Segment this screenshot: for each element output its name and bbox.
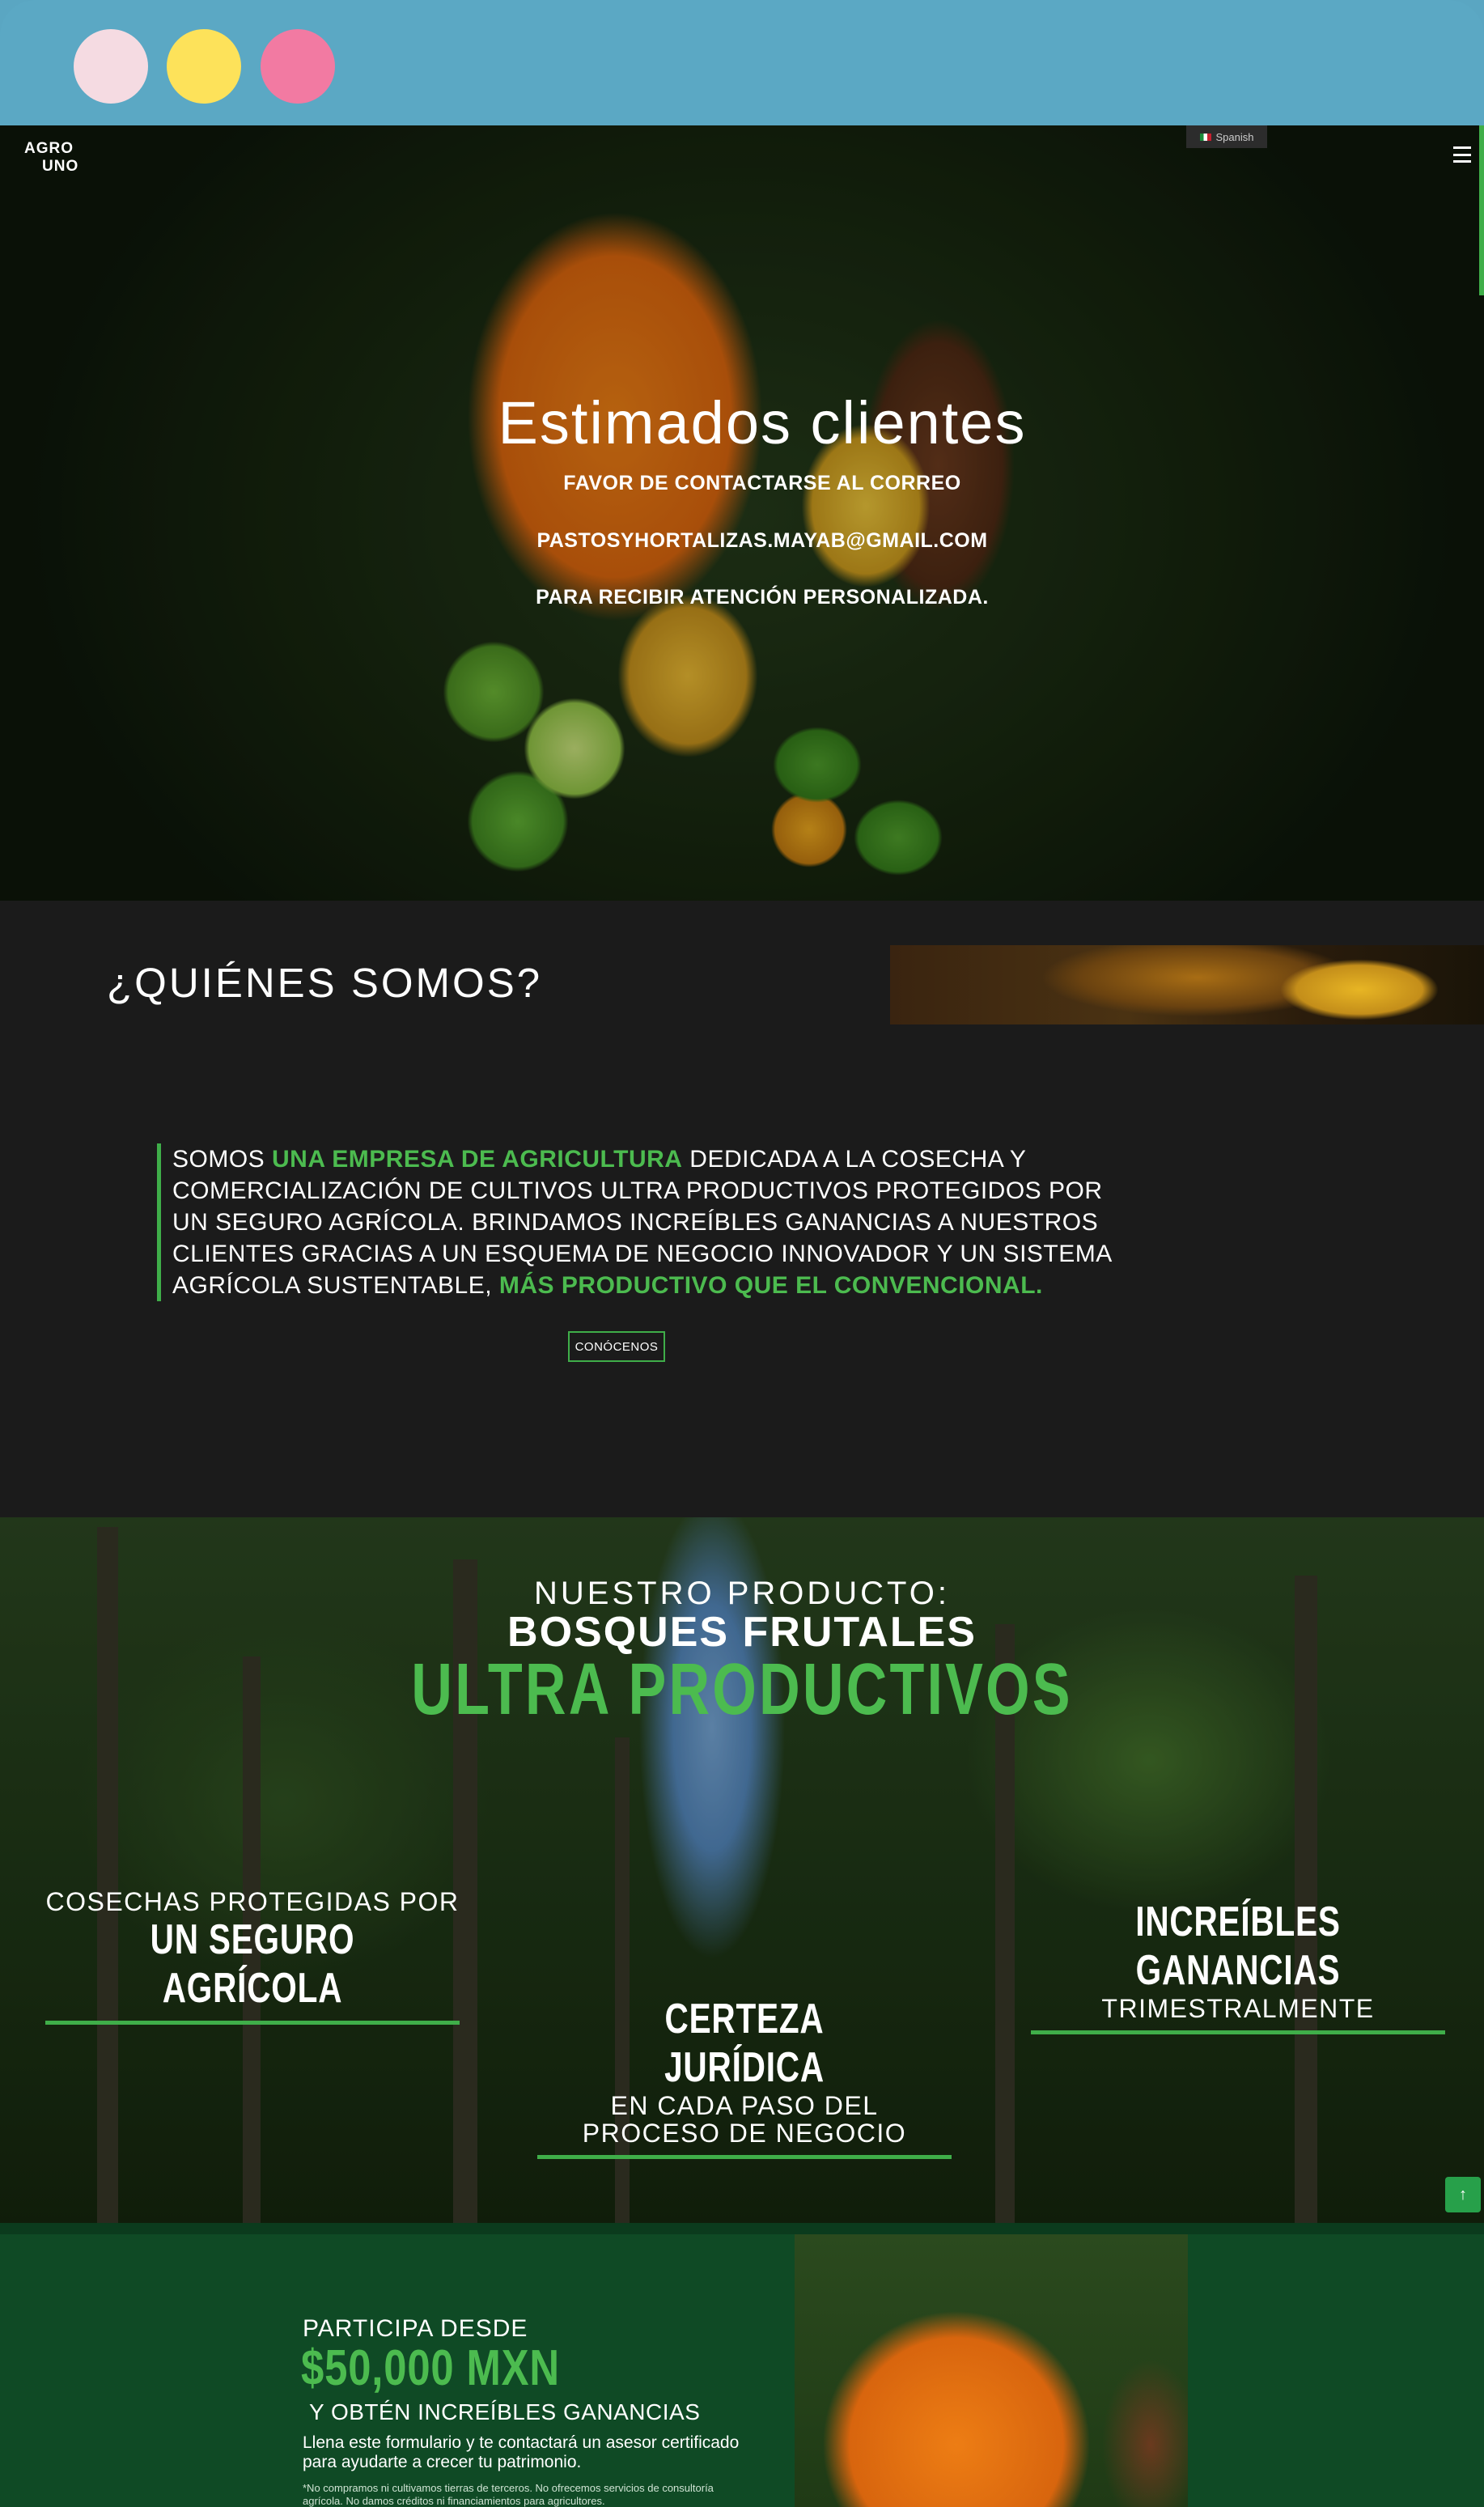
participa-line2: Y OBTÉN INCREÍBLES GANANCIAS [309, 2399, 701, 2424]
webpage: AGRO UNO Spanish Estimados clientes FAVO… [0, 125, 1484, 2507]
browser-window: AGRO UNO Spanish Estimados clientes FAVO… [0, 0, 1484, 2507]
feature-seguro: COSECHAS PROTEGIDAS POR UN SEGURO AGRÍCO… [45, 1888, 460, 2025]
about-title: ¿QUIÉNES SOMOS? [107, 960, 543, 1006]
papaya-image [795, 2234, 1188, 2507]
feature-ganancias-light: TRIMESTRALMENTE [1101, 1994, 1375, 2023]
participa-section: PARTICIPA DESDE $50,000 MXN Y OBTÉN INCR… [0, 2223, 1484, 2507]
agrouno-logo[interactable]: AGRO UNO [24, 140, 97, 189]
scroll-to-top-button[interactable]: ↑ [1445, 2177, 1481, 2212]
feature-underline [1031, 2030, 1445, 2034]
feature-certeza: CERTEZA JURÍDICA EN CADA PASO DEL PROCES… [537, 1995, 952, 2159]
mexico-flag-icon [1199, 133, 1211, 141]
about-fruit-image [890, 945, 1484, 1024]
about-highlight-2: MÁS PRODUCTIVO QUE EL CONVENCIONAL. [498, 1272, 1043, 1299]
browser-title-bar [0, 0, 1484, 125]
feature-certeza-light: EN CADA PASO DEL PROCESO DE NEGOCIO [582, 2091, 907, 2148]
hero-title: Estimados clientes [498, 389, 1027, 456]
hamburger-icon[interactable] [1453, 146, 1471, 163]
logo-line2: UNO [42, 158, 79, 175]
feature-ganancias-bold: INCREÍBLES GANANCIAS [1135, 1898, 1341, 1994]
participa-amount: $50,000 MXN [301, 2340, 560, 2396]
about-section: ¿QUIÉNES SOMOS? SOMOS UNA EMPRESA DE AGR… [0, 901, 1484, 1517]
about-description: SOMOS UNA EMPRESA DE AGRICULTURA DEDICAD… [157, 1143, 1143, 1301]
hero-line-3: PARA RECIBIR ATENCIÓN PERSONALIZADA. [536, 586, 989, 609]
section-divider [0, 2223, 1484, 2234]
feature-underline [537, 2155, 952, 2159]
window-minimize-button[interactable] [167, 29, 241, 104]
hero-email[interactable]: PASTOSYHORTALIZAS.MAYAB@GMAIL.COM [0, 529, 1484, 553]
feature-certeza-bold: CERTEZA JURÍDICA [664, 1996, 825, 2091]
about-highlight-1: UNA EMPRESA DE AGRICULTURA [272, 1146, 683, 1173]
feature-seguro-bold: UN SEGURO AGRÍCOLA [150, 1916, 355, 2012]
language-label: Spanish [1215, 130, 1254, 143]
language-selector[interactable]: Spanish [1186, 125, 1267, 148]
product-section: NUESTRO PRODUCTO: BOSQUES FRUTALES ULTRA… [0, 1517, 1484, 2223]
arrow-up-icon: ↑ [1459, 2185, 1467, 2204]
window-close-button[interactable] [74, 29, 148, 104]
participa-line1: PARTICIPA DESDE [303, 2315, 528, 2342]
feature-ganancias: INCREÍBLES GANANCIAS TRIMESTRALMENTE [1031, 1898, 1445, 2034]
feature-underline [45, 2021, 460, 2025]
hero-line-1: FAVOR DE CONTACTARSE AL CORREO [563, 472, 961, 494]
participa-disclaimer: *No compramos ni cultivamos tierras de t… [303, 2482, 714, 2507]
participa-description: Llena este formulario y te contactará un… [303, 2433, 740, 2471]
logo-line1: AGRO [24, 140, 74, 157]
product-subtitle: NUESTRO PRODUCTO: [534, 1576, 950, 1611]
window-maximize-button[interactable] [261, 29, 335, 104]
feature-seguro-light: COSECHAS PROTEGIDAS POR [45, 1887, 460, 1916]
hero-section: AGRO UNO Spanish Estimados clientes FAVO… [0, 125, 1484, 901]
scroll-indicator [1479, 125, 1484, 295]
conocenos-button[interactable]: CONÓCENOS [568, 1331, 665, 1362]
product-title-green: ULTRA PRODUCTIVOS [411, 1649, 1073, 1730]
